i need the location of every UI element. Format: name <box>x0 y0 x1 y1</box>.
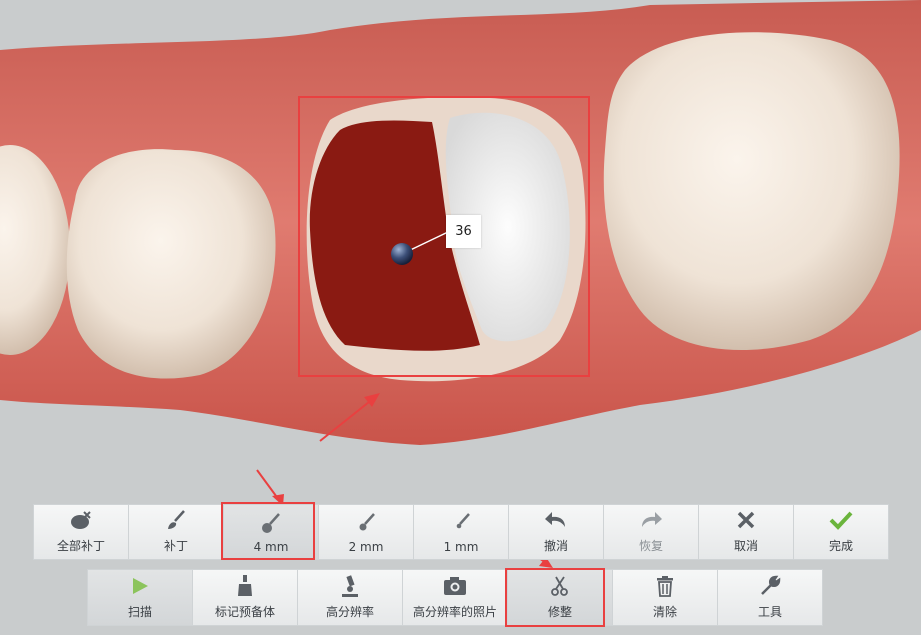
trim-label: 修整 <box>547 605 572 619</box>
brush-1mm-label: 1 mm <box>443 540 479 554</box>
tooth-right <box>603 32 900 350</box>
patch-button[interactable]: 补丁 <box>128 504 224 560</box>
clear-label: 清除 <box>652 605 677 619</box>
brush-1mm-icon <box>449 510 473 536</box>
trash-icon <box>655 573 675 599</box>
high-resolution-label: 高分辨率 <box>325 605 374 619</box>
brush-2mm-label: 2 mm <box>348 540 384 554</box>
tools-label: 工具 <box>757 605 782 619</box>
mark-preparation-label: 标记预备体 <box>214 605 275 619</box>
mark-preparation-icon <box>235 573 255 599</box>
cancel-label: 取消 <box>733 539 758 553</box>
undo-button[interactable]: 撤消 <box>508 504 604 560</box>
patch-label: 补丁 <box>163 539 188 553</box>
scissors-icon <box>549 573 571 599</box>
undo-icon <box>543 507 569 533</box>
close-icon <box>736 507 756 533</box>
patch-all-icon <box>69 507 93 533</box>
brush-4mm-label: 4 mm <box>253 540 289 554</box>
play-icon <box>130 573 150 599</box>
high-resolution-button[interactable]: 高分辨率 <box>297 569 403 626</box>
tooth-number-label: 36 <box>446 215 481 248</box>
redo-icon <box>638 507 664 533</box>
tooth-marker-sphere <box>391 243 413 265</box>
mark-preparation-button[interactable]: 标记预备体 <box>192 569 298 626</box>
high-resolution-photo-button[interactable]: 高分辨率的照片 <box>402 569 508 626</box>
patch-all-button[interactable]: 全部补丁 <box>33 504 129 560</box>
undo-label: 撤消 <box>543 539 568 553</box>
camera-icon <box>442 573 468 599</box>
scan-button[interactable]: 扫描 <box>87 569 193 626</box>
brush-1mm-button[interactable]: 1 mm <box>413 504 509 560</box>
scan-label: 扫描 <box>127 605 152 619</box>
cancel-button[interactable]: 取消 <box>698 504 794 560</box>
redo-button[interactable]: 恢复 <box>603 504 699 560</box>
brush-2mm-icon <box>354 510 378 536</box>
redo-label: 恢复 <box>638 539 663 553</box>
scan-toolbar: 扫描 标记预备体 高分辨率 高分辨率的照片 修整 清除 工具 <box>87 568 823 627</box>
brush-2mm-button[interactable]: 2 mm <box>318 504 414 560</box>
brush-4mm-icon <box>259 510 283 536</box>
clear-button[interactable]: 清除 <box>612 569 718 626</box>
wrench-icon <box>759 573 781 599</box>
high-resolution-photo-label: 高分辨率的照片 <box>412 605 497 619</box>
brush-4mm-button[interactable]: 4 mm <box>221 502 319 560</box>
patch-all-label: 全部补丁 <box>56 539 105 553</box>
tooth-left <box>66 149 276 379</box>
patch-toolbar: 全部补丁 补丁 4 mm 2 mm 1 mm 撤消 恢复 取消 完成 <box>33 502 889 560</box>
finish-label: 完成 <box>828 539 853 553</box>
brush-icon <box>164 507 188 533</box>
check-icon <box>829 507 853 533</box>
tools-button[interactable]: 工具 <box>717 569 823 626</box>
microscope-icon <box>339 573 361 599</box>
finish-button[interactable]: 完成 <box>793 504 889 560</box>
trim-button[interactable]: 修整 <box>505 568 613 627</box>
